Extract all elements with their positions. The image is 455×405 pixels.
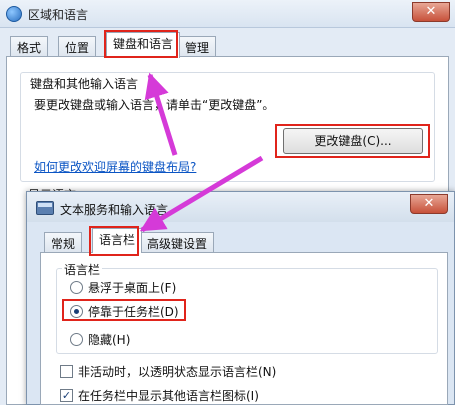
inner-dialog-title: 文本服务和输入语言: [60, 203, 169, 217]
tab-keyboards-languages[interactable]: 键盘和语言: [106, 32, 181, 58]
keyboard-group-title: 键盘和其他输入语言: [28, 75, 141, 92]
outer-window-title: 区域和语言: [28, 8, 89, 22]
checkbox-show-extra-icons-label: 在任务栏中显示其他语言栏图标(I): [78, 389, 259, 403]
checkbox-show-extra-icons[interactable]: ✓: [60, 389, 73, 402]
checkbox-transparent-label: 非活动时，以透明状态显示语言栏(N): [78, 365, 277, 379]
inner-close-button[interactable]: ✕: [410, 194, 448, 214]
tab-advanced-key-settings[interactable]: 高级键设置: [140, 232, 215, 252]
option-float-on-desktop-label: 悬浮于桌面上(F): [88, 281, 177, 295]
radio-float-on-desktop[interactable]: [70, 281, 83, 294]
tab-general[interactable]: 常规: [44, 232, 83, 252]
checkbox-transparent-when-inactive[interactable]: [60, 365, 73, 378]
tab-location[interactable]: 位置: [58, 36, 97, 57]
language-bar-group-title: 语言栏: [62, 261, 103, 278]
option-hidden-label: 隐藏(H): [88, 333, 131, 347]
tab-language-bar[interactable]: 语言栏: [92, 228, 143, 253]
tab-administrative[interactable]: 管理: [178, 36, 217, 57]
option-docked-in-taskbar-label: 停靠于任务栏(D): [88, 305, 179, 319]
globe-icon: [6, 6, 22, 22]
keyboard-layout-link[interactable]: 如何更改欢迎屏幕的键盘布局?: [34, 158, 196, 175]
radio-docked-in-taskbar[interactable]: [70, 305, 83, 318]
radio-hidden[interactable]: [70, 333, 83, 346]
outer-close-button[interactable]: ✕: [412, 2, 450, 22]
keyboard-group-description: 要更改键盘或输入语言，请单击“更改键盘”。: [34, 98, 275, 112]
tab-formats[interactable]: 格式: [10, 36, 49, 57]
change-keyboards-button[interactable]: 更改键盘(C)...: [283, 128, 423, 154]
keyboard-icon-keys: [38, 203, 52, 207]
outer-title-bar: 区域和语言: [0, 0, 455, 28]
